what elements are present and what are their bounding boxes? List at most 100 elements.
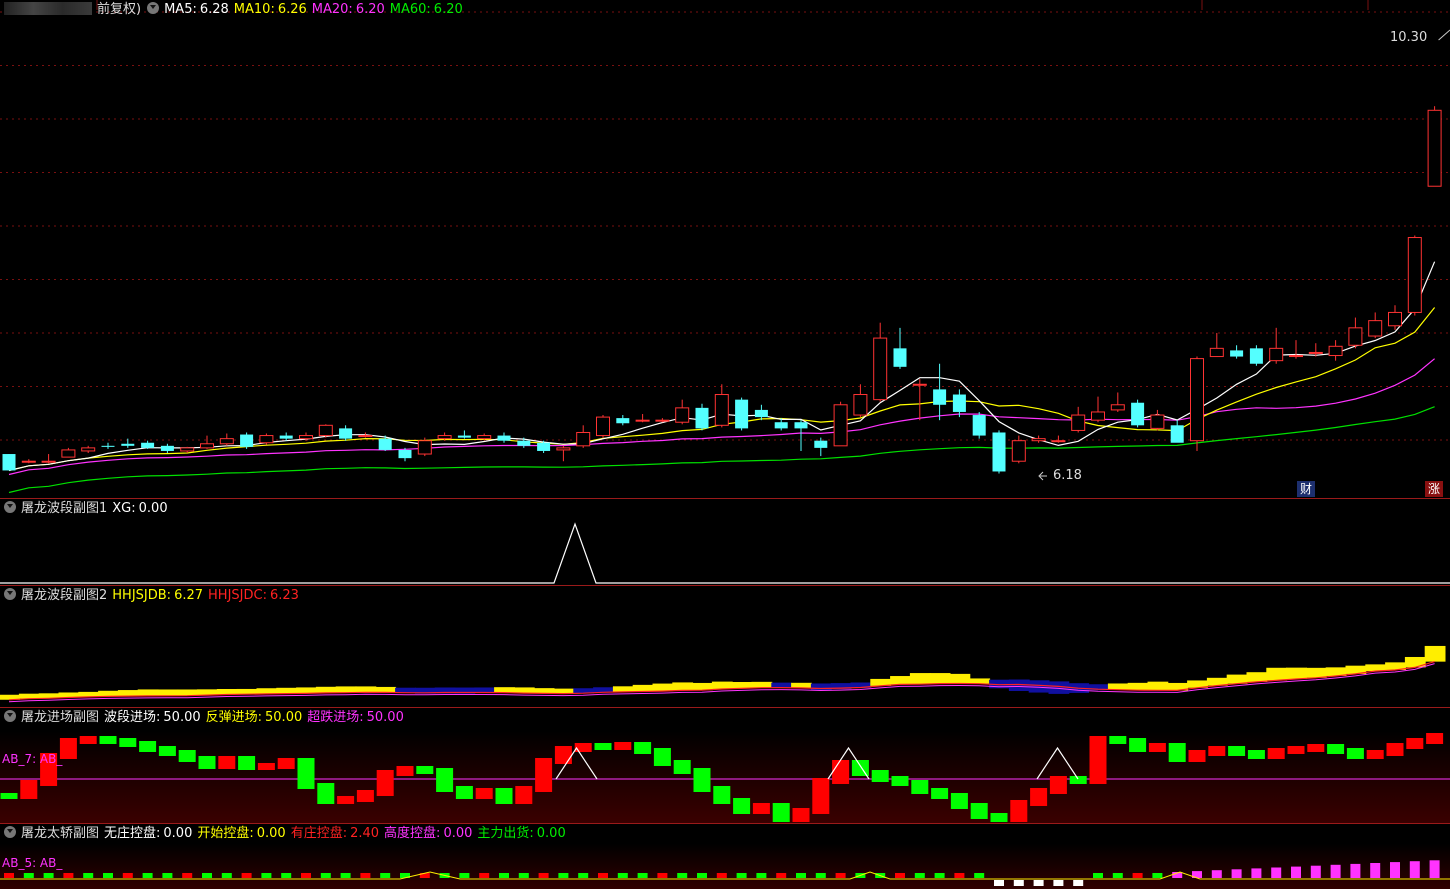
candle-body-up [1368, 320, 1383, 337]
control-bar [1013, 880, 1024, 886]
control-bar [1231, 869, 1242, 878]
candle-body-down [1249, 348, 1263, 364]
entry-bar [871, 770, 889, 782]
control-bar [301, 873, 311, 878]
dropdown-toggle-icon[interactable] [147, 2, 160, 14]
band-bar [335, 686, 357, 693]
entry-bar [1426, 733, 1444, 744]
sub-panel-2[interactable]: 屠龙波段副图2 HHJSJDB: 6.27 HHJSJDC: 6.23 [0, 586, 1450, 707]
low-price-label: 6.18 [1053, 468, 1082, 483]
entry-bar [1089, 736, 1107, 784]
finance-badge[interactable]: 财 [1297, 481, 1316, 497]
band-bar [890, 676, 911, 685]
entry-bar [1287, 746, 1305, 754]
candle-body-up [1209, 347, 1224, 358]
rebound-entry-value: 50.00 [265, 710, 303, 725]
candle-body-down [774, 422, 788, 429]
main-header: 前复权) MA5: 6.28 MA10: 6.26 MA20: 6.20 MA60: 6.20 [4, 2, 468, 18]
entry-bar [1406, 738, 1424, 749]
entry-bar [535, 758, 553, 792]
main-price-panel[interactable]: 前复权) MA5: 6.28 MA10: 6.26 MA20: 6.20 MA60: 6.20 … [0, 0, 1450, 498]
candle-body-up [299, 435, 313, 440]
sub-panel-3[interactable]: 屠龙进场副图 波段进场: 50.00 反弹进场: 50.00 超跌进场: 50.00 AB_… [0, 708, 1450, 823]
candle-body-up [655, 419, 670, 422]
xg-label: XG: [112, 501, 136, 516]
candle-body-up [1110, 404, 1125, 411]
ma60-value: 6.20 [433, 2, 463, 17]
entry-bar [713, 786, 731, 804]
dropdown-toggle-icon[interactable] [4, 710, 16, 722]
band-bar [1305, 667, 1327, 678]
ab7-label: AB_7: AB_ [2, 752, 63, 766]
band-bar [672, 682, 694, 691]
sub4-header: 屠龙太轿副图 无庄控盘: 0.00 开始控盘: 0.00 有庄控盘: 2.40 高度控盘: 0.… [4, 826, 571, 842]
control-bar [1390, 862, 1400, 878]
high-price-label: 10.30 [1390, 30, 1428, 45]
entry-bar [495, 788, 513, 804]
oversold-entry-value: 50.00 [366, 710, 404, 725]
dropdown-toggle-icon[interactable] [4, 588, 16, 600]
candle-body-up [853, 394, 868, 416]
dropdown-toggle-icon[interactable] [4, 501, 16, 513]
entry-bar [792, 808, 810, 822]
band-bar [236, 688, 258, 695]
band-bar [1286, 667, 1307, 680]
candlestick-chart[interactable] [0, 0, 1450, 498]
candle-body-up [912, 383, 927, 386]
entry-bar [218, 756, 236, 769]
hhjs-chart[interactable] [0, 586, 1450, 707]
control-bar [162, 873, 173, 878]
sub-panel-4[interactable]: 屠龙太轿副图 无庄控盘: 0.00 开始控盘: 0.00 有庄控盘: 2.40 高度控盘: 0.… [0, 824, 1450, 889]
stock-name-blurred [4, 2, 92, 15]
xg-value: 0.00 [138, 501, 168, 516]
candle-body-down [754, 409, 768, 418]
candle-body-up [1091, 411, 1105, 421]
candle-body-down [457, 435, 471, 438]
main-exit-label: 主力出货: [477, 826, 534, 841]
candle-body-up [437, 435, 452, 440]
entry-bar [832, 760, 850, 784]
candle-body-down [279, 435, 293, 439]
band-bar [1404, 656, 1426, 668]
entry-bar [733, 798, 751, 814]
candle-body-up [1031, 438, 1046, 442]
band-bar [355, 686, 377, 693]
candle-body-down [893, 348, 907, 367]
candle-body-up [358, 435, 373, 438]
entry-bar [436, 768, 454, 792]
control-bar [63, 873, 74, 878]
entry-bar [475, 788, 493, 799]
control-bar [914, 873, 925, 878]
xg-line-chart[interactable] [0, 499, 1450, 585]
band-bar [197, 689, 218, 696]
entry-bar [0, 793, 18, 799]
entry-bar [911, 780, 929, 794]
wave-entry-label: 波段进场: [104, 710, 161, 725]
limit-up-badge[interactable]: 涨 [1425, 481, 1444, 497]
candle-body-up [318, 424, 333, 437]
dropdown-toggle-icon[interactable] [4, 826, 16, 838]
candle-body-down [952, 394, 966, 412]
entry-bar [594, 743, 612, 750]
sub-panel-1[interactable]: 屠龙波段副图1 XG: 0.00 [0, 499, 1450, 585]
candle-body-up [180, 447, 195, 452]
hhjsjdc-value: 6.23 [269, 588, 299, 603]
entry-bar [119, 738, 137, 747]
band-bar [98, 690, 119, 697]
candle-body-down [398, 449, 412, 459]
candle-body-down [2, 454, 16, 471]
entry-bar [1030, 788, 1048, 806]
control-bar [1271, 867, 1282, 878]
ma5-label: MA5: [164, 2, 197, 17]
entry-bar [99, 736, 117, 744]
control-bar [1409, 861, 1420, 878]
candle-body-up [1348, 327, 1363, 346]
candle-body-down [972, 415, 986, 436]
band-bar [157, 689, 179, 696]
control-bar [380, 873, 391, 878]
entry-bar [1168, 743, 1186, 762]
entry-bar [653, 748, 671, 766]
entry-bar [574, 743, 592, 752]
entry-bar [812, 778, 830, 814]
low-arrow-icon [1038, 471, 1047, 481]
